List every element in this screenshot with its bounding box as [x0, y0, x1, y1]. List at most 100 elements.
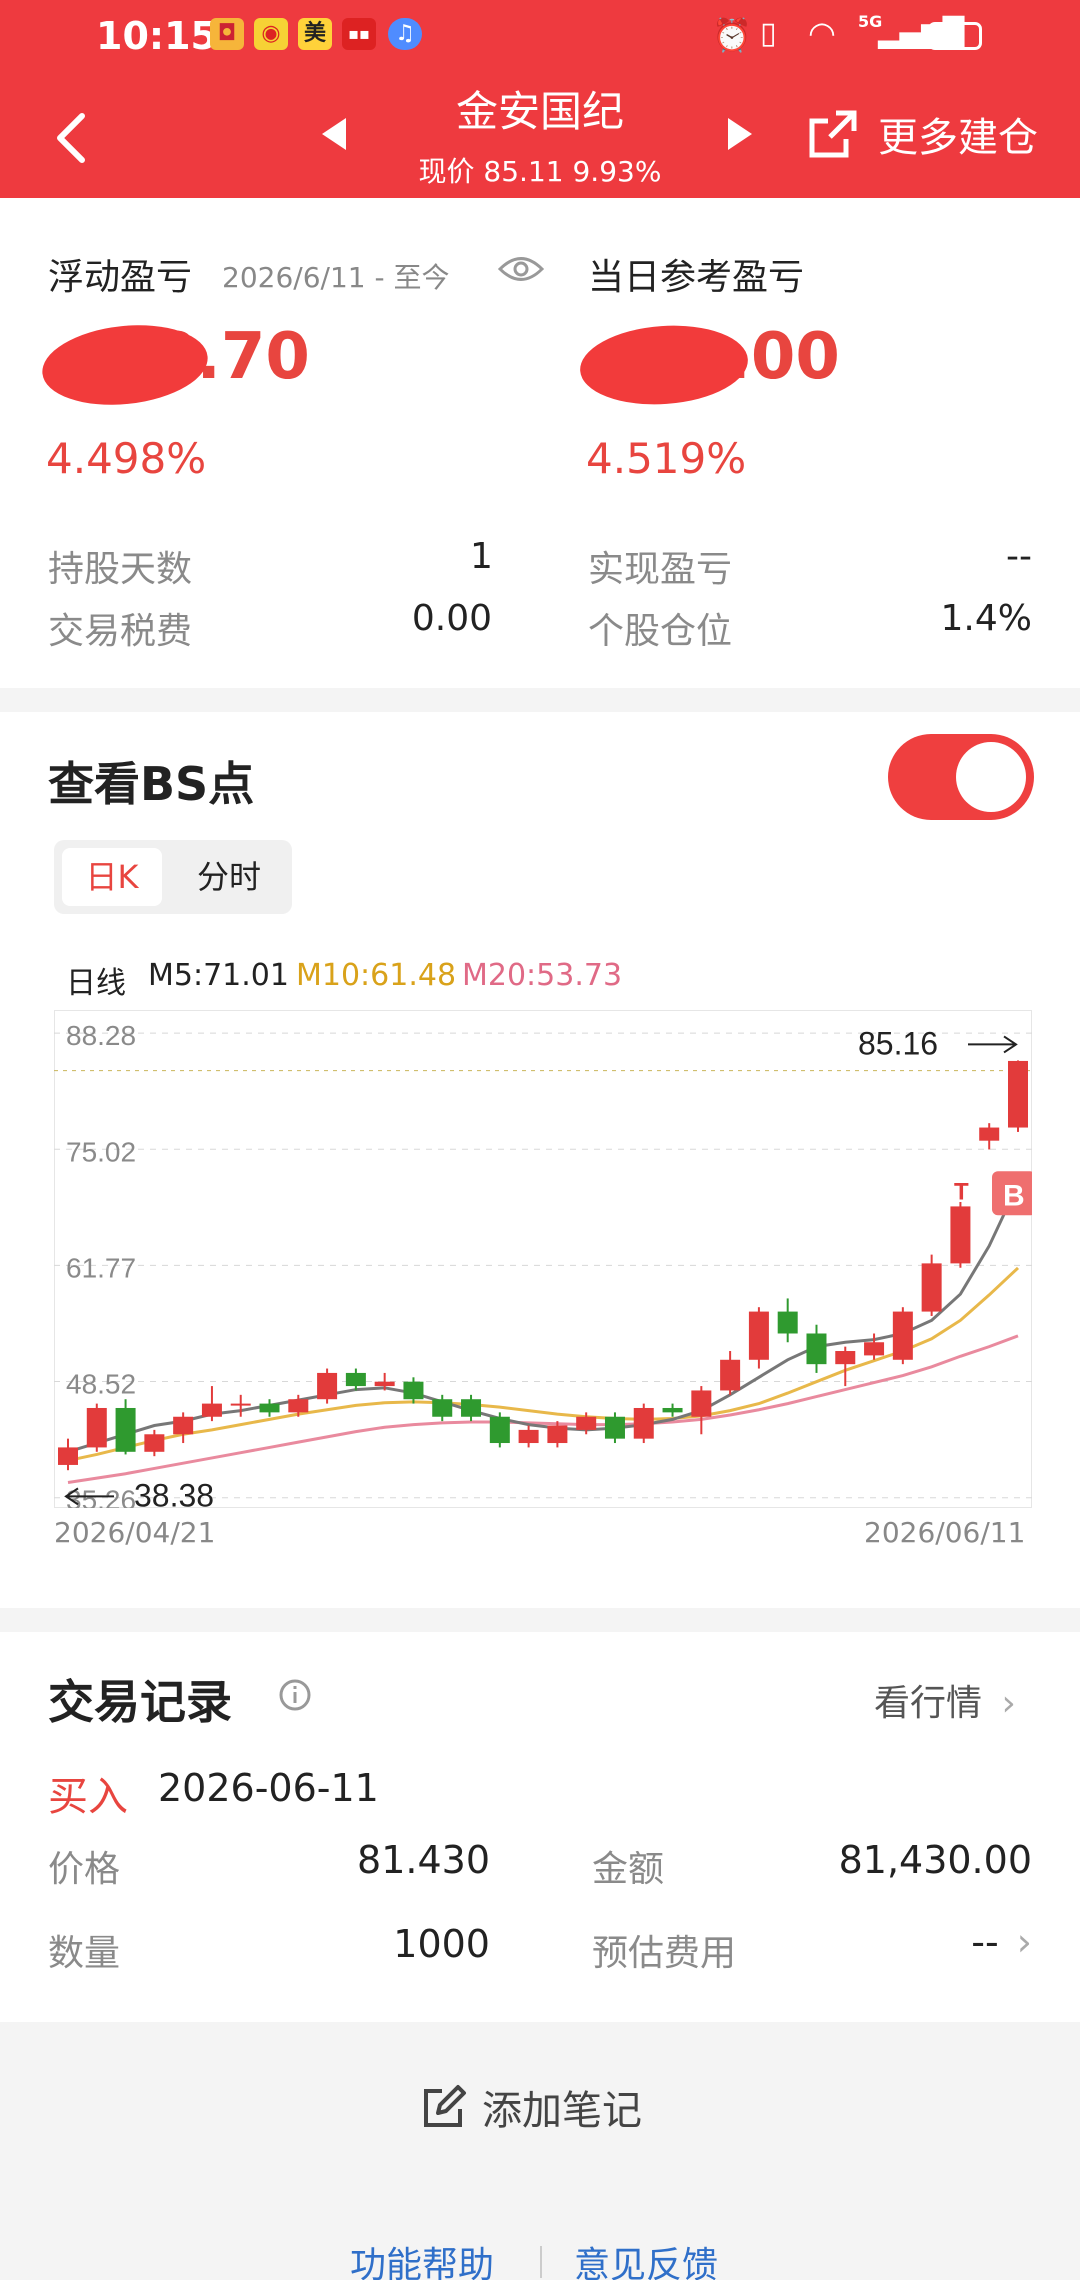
candle-body: [864, 1342, 885, 1356]
y-tick-label: 75.02: [66, 1136, 136, 1167]
candle-body: [835, 1351, 856, 1365]
meituan-icon: 美: [298, 18, 332, 50]
day-pl-percent: 4.519%: [586, 434, 747, 483]
toggle-knob: [956, 742, 1026, 812]
candle-body: [921, 1263, 942, 1312]
feedback-link[interactable]: 意见反馈: [574, 2236, 718, 2280]
fee-value: --: [971, 1920, 999, 1964]
candle-body: [173, 1416, 194, 1435]
candle-body: [230, 1403, 251, 1406]
candle-body: [662, 1407, 683, 1413]
low-price-label: 38.38: [134, 1477, 214, 1508]
chart-tabs: 日K 分时: [54, 840, 292, 914]
candle-body: [633, 1407, 654, 1439]
hold-days-label: 持股天数: [48, 549, 193, 590]
bs-title: 查看BS点: [48, 757, 255, 811]
t-marker: T: [954, 1178, 969, 1205]
trades-card: 交易记录 看行情 › 买入 2026-06-11 价格 81.430 金额 81…: [0, 1632, 1080, 2022]
kline-chart[interactable]: 88.2875.0261.7748.5235.2685.1638.38BT: [54, 1010, 1032, 1508]
date-range: 2026/6/11 - 至今: [222, 261, 450, 294]
fee-row[interactable]: -- ›: [900, 1920, 1032, 1964]
app-notification-icon: ◘: [210, 18, 244, 50]
more-positions-label: 更多建仓: [878, 115, 1038, 161]
bs-toggle[interactable]: [888, 734, 1034, 820]
candle-body: [604, 1416, 625, 1439]
qty-value: 1000: [393, 1922, 490, 1966]
candle-body: [777, 1311, 798, 1334]
y-tick-label: 88.28: [66, 1020, 136, 1051]
candle-body: [892, 1311, 913, 1360]
market-link-label: 看行情: [874, 1683, 983, 1724]
float-pl-label: 浮动盈亏: [48, 257, 193, 298]
candle-body: [489, 1416, 510, 1444]
signal-app-icon: ▪▪: [342, 18, 376, 50]
trade-type: 买入: [48, 1774, 128, 1820]
candle-body: [461, 1399, 482, 1417]
next-stock-button[interactable]: [728, 118, 752, 150]
fee-label: 预估费用: [592, 1933, 737, 1974]
price-label: 价格: [48, 1849, 121, 1890]
candle-body: [576, 1416, 597, 1430]
hold-days-value: 1: [470, 536, 493, 577]
more-positions-button[interactable]: 更多建仓: [806, 106, 1038, 162]
candle-body: [201, 1403, 222, 1417]
help-link[interactable]: 功能帮助: [350, 2236, 494, 2280]
candle-body: [748, 1311, 769, 1360]
status-time: 10:15: [96, 14, 217, 58]
price-value: 81.430: [357, 1838, 490, 1882]
legend-label: 日线: [66, 966, 126, 1001]
chevron-right-icon: ›: [1016, 1920, 1032, 1964]
info-icon[interactable]: [278, 1678, 312, 1712]
candle-body: [691, 1390, 712, 1417]
candle-body: [345, 1372, 366, 1387]
legend-m10: M10:61.48: [296, 958, 457, 993]
candle-body: [374, 1381, 395, 1387]
candle-body: [144, 1434, 165, 1452]
top-header: 10:15 ◘ ◉ 美 ▪▪ ♫ ⏰ ▯ ◠ 5G ▂▄▆█ 金安国纪 现价 8…: [0, 0, 1080, 198]
buy-marker: B: [1003, 1179, 1025, 1212]
footer-divider: [540, 2246, 542, 2278]
trade-date: 2026-06-11: [158, 1766, 379, 1810]
position-value: 1.4%: [940, 598, 1032, 639]
music-icon: ♫: [388, 18, 422, 50]
candle-body: [86, 1407, 107, 1448]
candle-body: [950, 1206, 971, 1264]
chevron-right-icon: ›: [1001, 1683, 1016, 1724]
candle-body: [288, 1399, 309, 1413]
eye-icon[interactable]: [498, 254, 544, 284]
vibrate-icon: ▯: [760, 16, 777, 51]
candle-body: [547, 1425, 568, 1444]
amount-value: 81,430.00: [838, 1838, 1032, 1882]
edit-icon: [424, 2085, 466, 2127]
external-link-icon: [809, 110, 857, 158]
candle-body: [115, 1407, 136, 1452]
candle-body: [806, 1333, 827, 1365]
high-arrow: [968, 1035, 1018, 1054]
candle-body: [1008, 1060, 1028, 1128]
y-tick-label: 48.52: [66, 1369, 136, 1400]
y-tick-label: 61.77: [66, 1252, 136, 1283]
qty-label: 数量: [48, 1933, 121, 1974]
legend-m20: M20:53.73: [462, 958, 623, 993]
tax-label: 交易税费: [48, 611, 193, 652]
realized-pl-value: --: [1006, 536, 1032, 577]
battery-icon: [928, 22, 982, 50]
x-start-label: 2026/04/21: [54, 1516, 216, 1549]
candle-body: [432, 1399, 453, 1417]
add-note-label: 添加笔记: [482, 2088, 642, 2134]
day-pl-label: 当日参考盈亏: [588, 257, 805, 298]
tab-daily-k[interactable]: 日K: [62, 848, 162, 906]
alarm-icon: ⏰: [712, 16, 752, 54]
tab-intraday[interactable]: 分时: [174, 848, 284, 906]
x-end-label: 2026/06/11: [864, 1516, 1026, 1549]
amount-label: 金额: [592, 1849, 665, 1890]
trades-title: 交易记录: [48, 1675, 232, 1729]
candle-body: [720, 1359, 741, 1391]
add-note-button[interactable]: 添加笔记: [420, 2078, 642, 2136]
position-label: 个股仓位: [588, 611, 733, 652]
ma10-line: [67, 1266, 1020, 1463]
candle-body: [259, 1403, 280, 1413]
market-link[interactable]: 看行情 ›: [874, 1674, 1016, 1726]
summary-card: 浮动盈亏 2026/6/11 - 至今 8.70 4.498% 当日参考盈亏 0…: [0, 198, 1080, 688]
high-price-label: 85.16: [858, 1025, 938, 1061]
